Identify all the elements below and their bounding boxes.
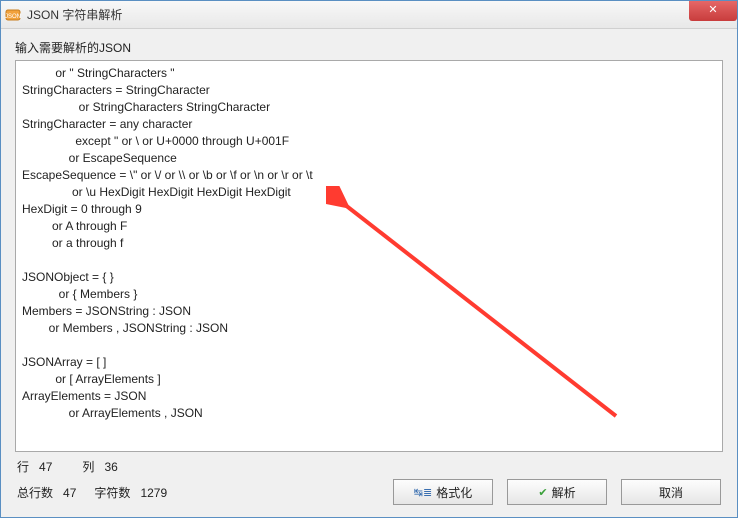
app-icon: JSON <box>5 7 21 23</box>
cancel-button[interactable]: 取消 <box>621 479 721 505</box>
json-input-container: or " StringCharacters " StringCharacters… <box>15 60 723 452</box>
svg-text:JSON: JSON <box>5 14 21 20</box>
check-icon: ✔ <box>538 486 547 499</box>
char-count: 字符数 1279 <box>94 484 167 501</box>
app-window: JSON JSON 字符串解析 ✕ 输入需要解析的JSON or " Strin… <box>0 0 738 518</box>
format-button[interactable]: ↹≣ 格式化 <box>393 479 493 505</box>
content-area: 输入需要解析的JSON or " StringCharacters " Stri… <box>1 29 737 517</box>
window-title: JSON 字符串解析 <box>27 6 122 23</box>
titlebar: JSON JSON 字符串解析 ✕ <box>1 1 737 29</box>
input-label: 输入需要解析的JSON <box>15 39 723 56</box>
format-icon: ↹≣ <box>414 486 432 499</box>
json-input[interactable]: or " StringCharacters " StringCharacters… <box>16 61 722 451</box>
status-row-1: 行 47 列 36 <box>15 452 723 477</box>
cursor-row: 行 47 <box>17 458 52 475</box>
close-button[interactable]: ✕ <box>689 1 737 21</box>
status-row-2: 总行数 47 字符数 1279 ↹≣ 格式化 ✔ 解析 <box>15 477 723 511</box>
parse-button[interactable]: ✔ 解析 <box>507 479 607 505</box>
total-rows: 总行数 47 <box>17 484 76 501</box>
cursor-col: 列 36 <box>82 458 117 475</box>
button-row: ↹≣ 格式化 ✔ 解析 取消 <box>393 479 721 505</box>
